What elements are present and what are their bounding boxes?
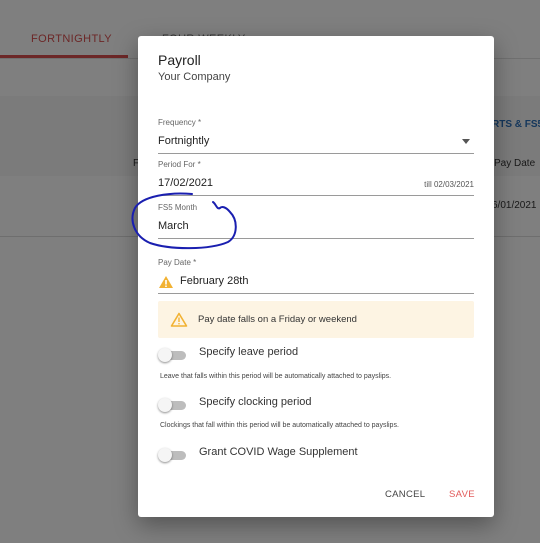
fs5-month-label: FS5 Month: [158, 203, 198, 212]
switch-thumb: [158, 448, 172, 462]
cancel-button[interactable]: CANCEL: [385, 489, 425, 500]
chevron-down-icon[interactable]: [462, 139, 470, 144]
period-for-field[interactable]: Period For * 17/02/2021 till 02/03/2021: [158, 160, 474, 196]
fs5-month-field[interactable]: FS5 Month March: [158, 203, 474, 239]
clocking-period-label: Specify clocking period: [199, 396, 312, 408]
frequency-value: Fortnightly: [158, 135, 210, 147]
save-button[interactable]: SAVE: [449, 489, 475, 500]
clocking-period-toggle-row: Specify clocking period: [158, 394, 474, 414]
alert-message: Pay date falls on a Friday or weekend: [198, 314, 357, 325]
warning-triangle-icon: [159, 276, 173, 288]
switch-thumb: [158, 398, 172, 412]
clocking-period-switch[interactable]: [158, 398, 188, 412]
dialog-title: Payroll: [158, 52, 201, 68]
covid-supplement-label: Grant COVID Wage Supplement: [199, 446, 358, 458]
field-underline: [158, 293, 474, 294]
clocking-period-help-text: Clockings that fall within this period w…: [160, 422, 399, 429]
field-underline: [158, 195, 474, 196]
switch-thumb: [158, 348, 172, 362]
payroll-dialog: Payroll Your Company Frequency * Fortnig…: [138, 36, 494, 517]
period-for-label: Period For *: [158, 160, 201, 169]
pay-date-field[interactable]: Pay Date * February 28th: [158, 258, 474, 294]
leave-period-label: Specify leave period: [199, 346, 299, 358]
period-for-value: 17/02/2021: [158, 177, 214, 189]
frequency-label: Frequency *: [158, 118, 202, 127]
leave-period-help-text: Leave that falls within this period will…: [160, 373, 392, 380]
pay-date-value: February 28th: [180, 275, 249, 287]
frequency-select[interactable]: Frequency * Fortnightly: [158, 118, 474, 154]
dialog-subtitle: Your Company: [158, 71, 231, 83]
field-underline: [158, 153, 474, 154]
pay-date-label: Pay Date *: [158, 258, 197, 267]
fs5-month-value: March: [158, 220, 189, 232]
warning-triangle-icon: [170, 312, 188, 327]
field-underline: [158, 238, 474, 239]
leave-period-toggle-row: Specify leave period: [158, 344, 474, 364]
leave-period-switch[interactable]: [158, 348, 188, 362]
covid-supplement-switch[interactable]: [158, 448, 188, 462]
period-end-text: till 02/03/2021: [424, 180, 474, 189]
pay-date-warning-alert: Pay date falls on a Friday or weekend: [158, 301, 474, 338]
covid-supplement-toggle-row: Grant COVID Wage Supplement: [158, 444, 474, 464]
